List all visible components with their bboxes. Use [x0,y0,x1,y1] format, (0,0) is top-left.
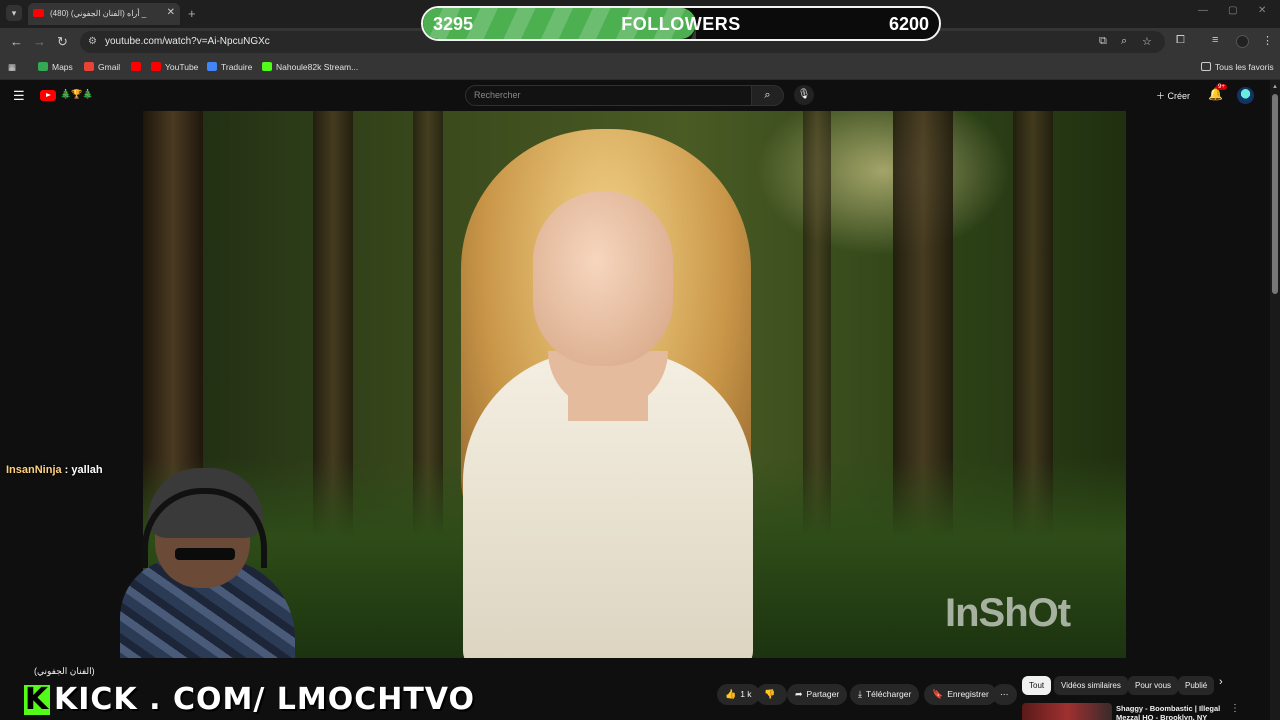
tab-close-icon[interactable]: ✕ [167,7,175,18]
bookmark-icon: 🔖 [932,689,944,699]
download-icon: ⤓ [858,689,862,699]
kick-icon [262,62,272,71]
microphone-icon: 🎙 [797,89,811,100]
search-button[interactable]: ⌕ [752,85,784,106]
kick-channel-url: KICK . COM/ LMOCHTVO [54,682,475,717]
thumbs-up-icon: 👍 [725,689,737,699]
search-box[interactable] [465,85,752,106]
chevron-right-icon[interactable]: › [1219,676,1223,688]
url-text: youtube.com/watch?v=Ai-NpcuNGXc [105,36,270,47]
page-scrollbar[interactable]: ▲ [1270,80,1280,720]
minimize-button[interactable]: — [1198,5,1208,16]
save-button[interactable]: 🔖 Enregistrer [924,684,997,705]
youtube-logo-doodle[interactable]: 🎄🏆🎄 [60,89,94,100]
zoom-icon[interactable]: ⌕ [1121,35,1127,48]
tab-title: (480) أراه (الفنان الجفوني) _ [50,9,147,18]
site-info-icon[interactable]: ⚙ [88,36,97,47]
thumbs-down-icon: 👎 [764,689,776,699]
chip-for-you[interactable]: Pour vous [1128,676,1179,695]
profile-avatar[interactable] [1236,35,1249,48]
share-button[interactable]: ➦ Partager [787,684,848,705]
back-arrow-icon[interactable]: ← [10,34,23,49]
woman-face [533,191,673,366]
install-app-icon[interactable]: ⧉ [1099,35,1107,48]
more-actions-button[interactable]: ⋯ [992,684,1017,705]
scrollbar-thumb[interactable] [1272,94,1278,294]
forward-arrow-icon[interactable]: → [33,34,46,49]
apps-grid-icon[interactable]: ▦ [8,62,16,73]
video-info-bar: (الفنان الجفوني) K KICK . COM/ LMOCHTVO 👍… [0,658,1270,720]
bookmark-gmail[interactable]: Gmail [84,62,120,72]
plus-icon: ＋ [1156,91,1168,101]
kick-logo-icon: K [24,682,50,717]
dislike-button[interactable]: 👎 [756,684,788,705]
share-arrow-icon: ➦ [795,689,803,699]
recommended-title[interactable]: Shaggy - Boombastic | Illegal Mezzal HQ … [1116,704,1226,720]
inshot-watermark: InShOt [945,591,1071,635]
media-controls-icon[interactable]: ≡ [1212,34,1218,46]
maps-icon [38,62,48,71]
gmail-icon [84,62,94,71]
account-avatar[interactable] [1237,87,1254,104]
notification-count-badge: 9+ [1216,84,1227,90]
streamer-glasses [175,548,235,560]
chat-message: InsanNinja : yallah [6,464,103,476]
youtube-masthead: ☰ 🎄🏆🎄 ⌕ 🎙 ＋ Créer 🔔9+ [0,80,1270,110]
bookmarks-bar: ▦ Maps Gmail YouTube Traduire Nahoule82k… [0,56,1280,80]
followers-goal-bar: 3295 FOLLOWERS 6200 [421,6,941,41]
youtube-icon [131,62,141,71]
youtube-logo-icon[interactable] [40,90,56,101]
bookmark-kick-stream[interactable]: Nahoule82k Stream... [262,62,358,72]
create-button[interactable]: ＋ Créer [1156,89,1190,102]
recommended-thumbnail[interactable] [1022,703,1112,720]
chat-username: InsanNinja [6,464,62,476]
like-button[interactable]: 👍 1 k [717,684,760,705]
screen: ▾ (480) أراه (الفنان الجفوني) _ ✕ + — ▢ … [0,0,1280,720]
followers-label: FOLLOWERS [621,14,741,34]
bookmark-maps[interactable]: Maps [38,62,73,72]
bookmark-youtube-icon-only[interactable] [131,62,145,72]
chip-published[interactable]: Publié [1178,676,1214,695]
menu-hamburger-icon[interactable]: ☰ [13,88,25,104]
translate-icon [207,62,217,71]
bookmark-star-icon[interactable]: ☆ [1142,35,1152,48]
download-button[interactable]: ⤓ Télécharger [850,684,920,705]
chip-all[interactable]: Tout [1022,676,1052,695]
folder-icon [1201,62,1211,71]
browser-menu-icon[interactable]: ⋮ [1262,34,1273,47]
scroll-up-arrow-icon[interactable]: ▲ [1272,84,1278,90]
tab-search-button[interactable]: ▾ [6,5,22,21]
notifications-button[interactable]: 🔔 9+ [1208,84,1227,101]
search-icon: ⌕ [764,89,771,101]
new-tab-button[interactable]: + [188,6,196,21]
video-title: (الفنان الجفوني) [34,666,95,676]
browser-tab-active[interactable]: (480) أراه (الفنان الجفوني) _ ✕ [28,3,180,25]
bookmark-youtube[interactable]: YouTube [151,62,198,72]
more-options-icon[interactable]: ⋮ [1230,703,1240,714]
voice-search-button[interactable]: 🎙 [794,85,814,105]
youtube-favicon-icon [33,9,44,17]
all-bookmarks-folder[interactable]: Tous les favoris [1201,62,1274,72]
search-input[interactable] [474,90,734,100]
chat-text: : yallah [61,464,103,476]
bookmark-traduire[interactable]: Traduire [207,62,252,72]
youtube-icon [151,62,161,71]
recommended-video[interactable]: Shaggy - Boombastic | Illegal Mezzal HQ … [1022,703,1270,720]
followers-goal: 6200 [888,14,929,34]
chip-similar-videos[interactable]: Vidéos similaires [1054,676,1128,695]
extensions-icon[interactable]: ⧠ [1176,34,1185,47]
reload-icon[interactable]: ↻ [57,34,68,50]
maximize-button[interactable]: ▢ [1228,5,1237,16]
kick-channel-overlay: K KICK . COM/ LMOCHTVO [24,682,475,717]
window-close-button[interactable]: ✕ [1258,5,1266,16]
